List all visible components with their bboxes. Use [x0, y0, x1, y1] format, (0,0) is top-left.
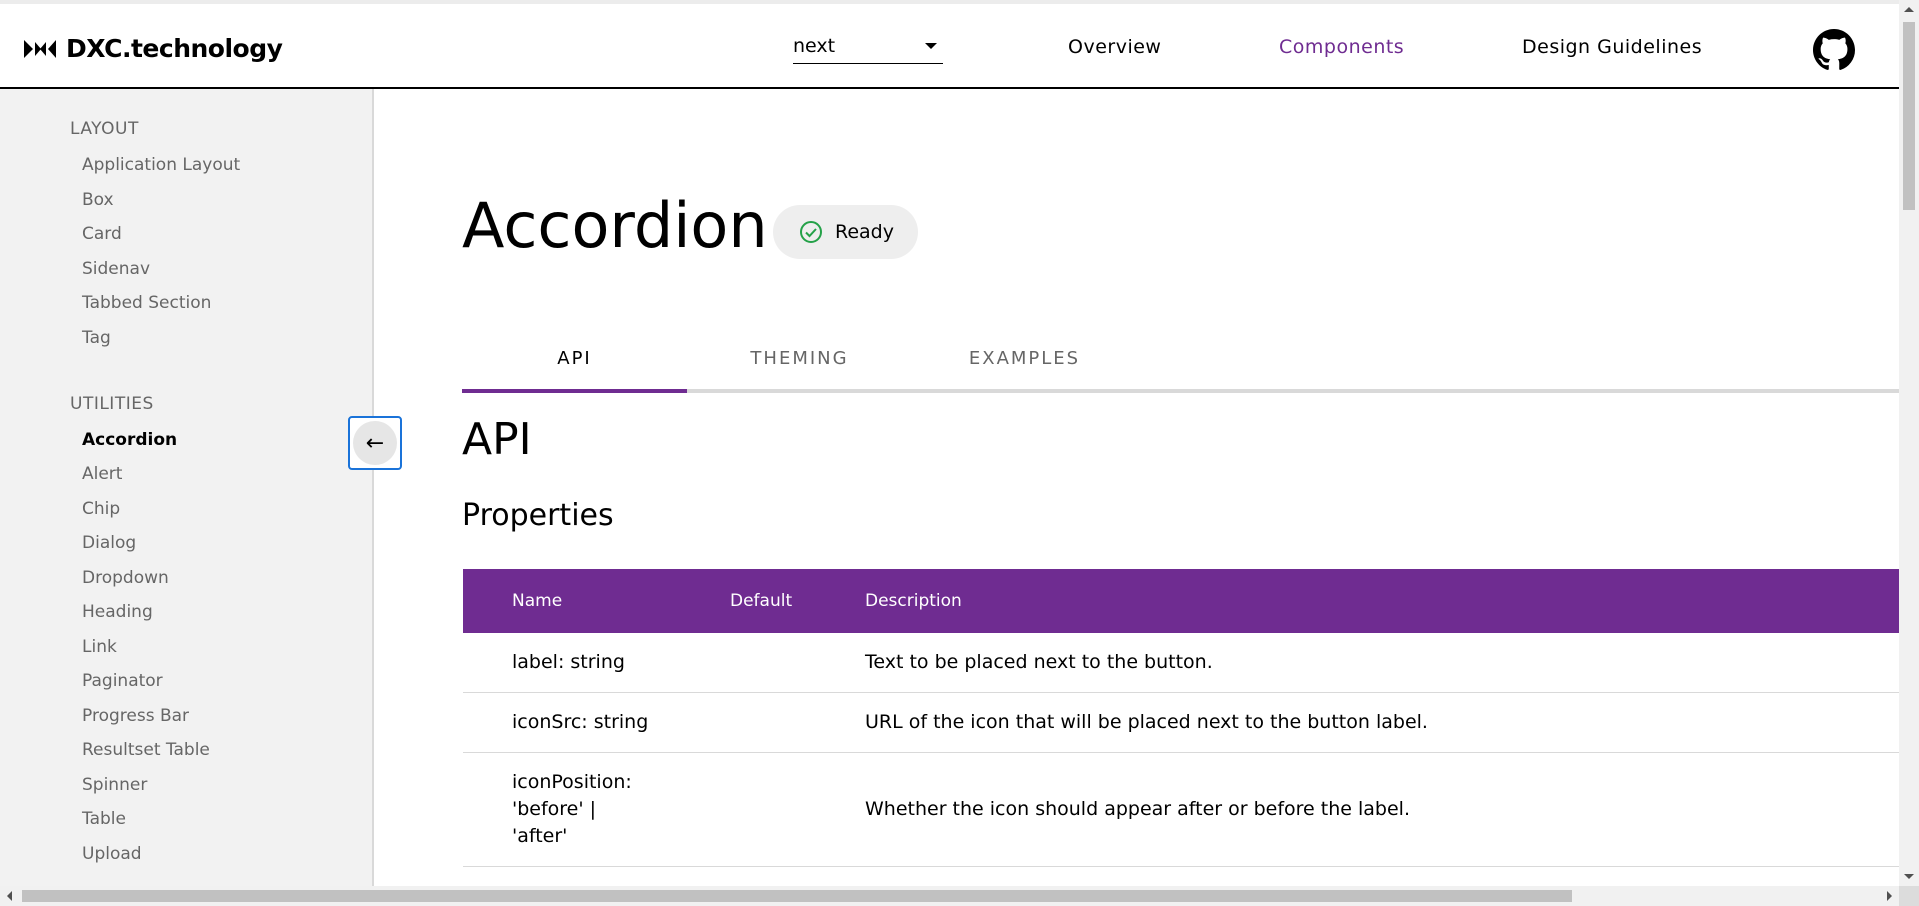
scroll-left-icon[interactable]: [7, 891, 12, 901]
chevron-down-icon: [925, 42, 937, 49]
sidebar-item-box[interactable]: Box: [82, 190, 114, 210]
sidebar-item-table[interactable]: Table: [82, 809, 126, 829]
active-tab-indicator: [462, 389, 687, 393]
sidebar-collapse-button[interactable]: ←: [348, 416, 402, 470]
sidebar-section-utilities: UTILITIES: [70, 394, 154, 414]
sidebar-item-accordion[interactable]: Accordion: [82, 430, 177, 450]
arrow-left-icon: ←: [353, 421, 397, 465]
scroll-up-icon[interactable]: [1904, 7, 1914, 12]
row-name-line: 'after': [512, 825, 568, 847]
sidebar-item-heading[interactable]: Heading: [82, 602, 153, 622]
sidebar-item-dialog[interactable]: Dialog: [82, 533, 136, 553]
sidebar-item-link[interactable]: Link: [82, 637, 117, 657]
tab-examples[interactable]: EXAMPLES: [912, 325, 1137, 393]
status-badge: Ready: [773, 205, 918, 259]
sidebar: LAYOUT Application Layout Box Card Siden…: [0, 89, 374, 886]
version-select-value: next: [793, 34, 836, 57]
sidebar-item-alert[interactable]: Alert: [82, 464, 122, 484]
scroll-right-icon[interactable]: [1887, 891, 1892, 901]
check-circle-icon: [800, 221, 822, 243]
properties-heading: Properties: [462, 498, 614, 533]
sidebar-section-layout: LAYOUT: [70, 119, 139, 139]
row-name-line: 'before' |: [512, 798, 597, 820]
row-name: label: string: [512, 651, 625, 673]
sidebar-item-progress-bar[interactable]: Progress Bar: [82, 706, 189, 726]
row-description: Whether the icon should appear after or …: [865, 798, 1410, 820]
github-icon[interactable]: [1813, 29, 1855, 71]
nav-components[interactable]: Components: [1279, 36, 1404, 58]
table-header: Name Default Description: [463, 569, 1899, 633]
scrollbar-corner: [1899, 886, 1919, 906]
sidebar-item-paginator[interactable]: Paginator: [82, 671, 163, 691]
row-name: iconSrc: string: [512, 711, 649, 733]
table-row: iconPosition: 'before' | 'after' Whether…: [463, 753, 1899, 867]
sidebar-item-tag[interactable]: Tag: [82, 328, 111, 348]
properties-table: Name Default Description label: string T…: [463, 569, 1899, 867]
column-header-description: Description: [865, 591, 962, 611]
page-title: Accordion: [462, 189, 768, 262]
tab-theming[interactable]: THEMING: [687, 325, 912, 393]
logo-text: DXC.technology: [66, 34, 283, 63]
nav-overview[interactable]: Overview: [1068, 36, 1161, 58]
sidebar-item-tabbed-section[interactable]: Tabbed Section: [82, 293, 211, 313]
tab-api[interactable]: API: [462, 325, 687, 393]
column-header-name: Name: [512, 591, 563, 611]
horizontal-scrollbar[interactable]: [0, 886, 1899, 906]
status-badge-label: Ready: [835, 221, 894, 243]
version-select[interactable]: next: [793, 28, 943, 64]
vertical-scrollbar[interactable]: [1899, 0, 1919, 886]
nav-design-guidelines[interactable]: Design Guidelines: [1522, 36, 1702, 58]
sidebar-item-sidenav[interactable]: Sidenav: [82, 259, 150, 279]
horizontal-scroll-thumb[interactable]: [22, 890, 1572, 902]
row-name-line: iconPosition:: [512, 771, 632, 793]
column-header-default: Default: [730, 591, 793, 611]
section-heading: API: [462, 414, 532, 465]
sidebar-item-spinner[interactable]: Spinner: [82, 775, 147, 795]
sidebar-item-application-layout[interactable]: Application Layout: [82, 155, 240, 175]
vertical-scroll-thumb[interactable]: [1903, 22, 1915, 210]
row-description: Text to be placed next to the button.: [865, 651, 1213, 673]
sidebar-item-resultset-table[interactable]: Resultset Table: [82, 740, 210, 760]
sidebar-item-card[interactable]: Card: [82, 224, 122, 244]
dxc-logo-icon: [24, 39, 56, 58]
sidebar-item-chip[interactable]: Chip: [82, 499, 120, 519]
main-content: Accordion Ready API THEMING EXAMPLES API…: [376, 89, 1899, 886]
sidebar-item-upload[interactable]: Upload: [82, 844, 142, 864]
sidebar-item-dropdown[interactable]: Dropdown: [82, 568, 169, 588]
table-row: iconSrc: string URL of the icon that wil…: [463, 693, 1899, 753]
top-header: DXC.technology next Overview Components …: [0, 0, 1899, 89]
row-description: URL of the icon that will be placed next…: [865, 711, 1428, 733]
scroll-down-icon[interactable]: [1904, 874, 1914, 879]
dxc-logo[interactable]: DXC.technology: [24, 34, 283, 63]
table-row: label: string Text to be placed next to …: [463, 633, 1899, 693]
